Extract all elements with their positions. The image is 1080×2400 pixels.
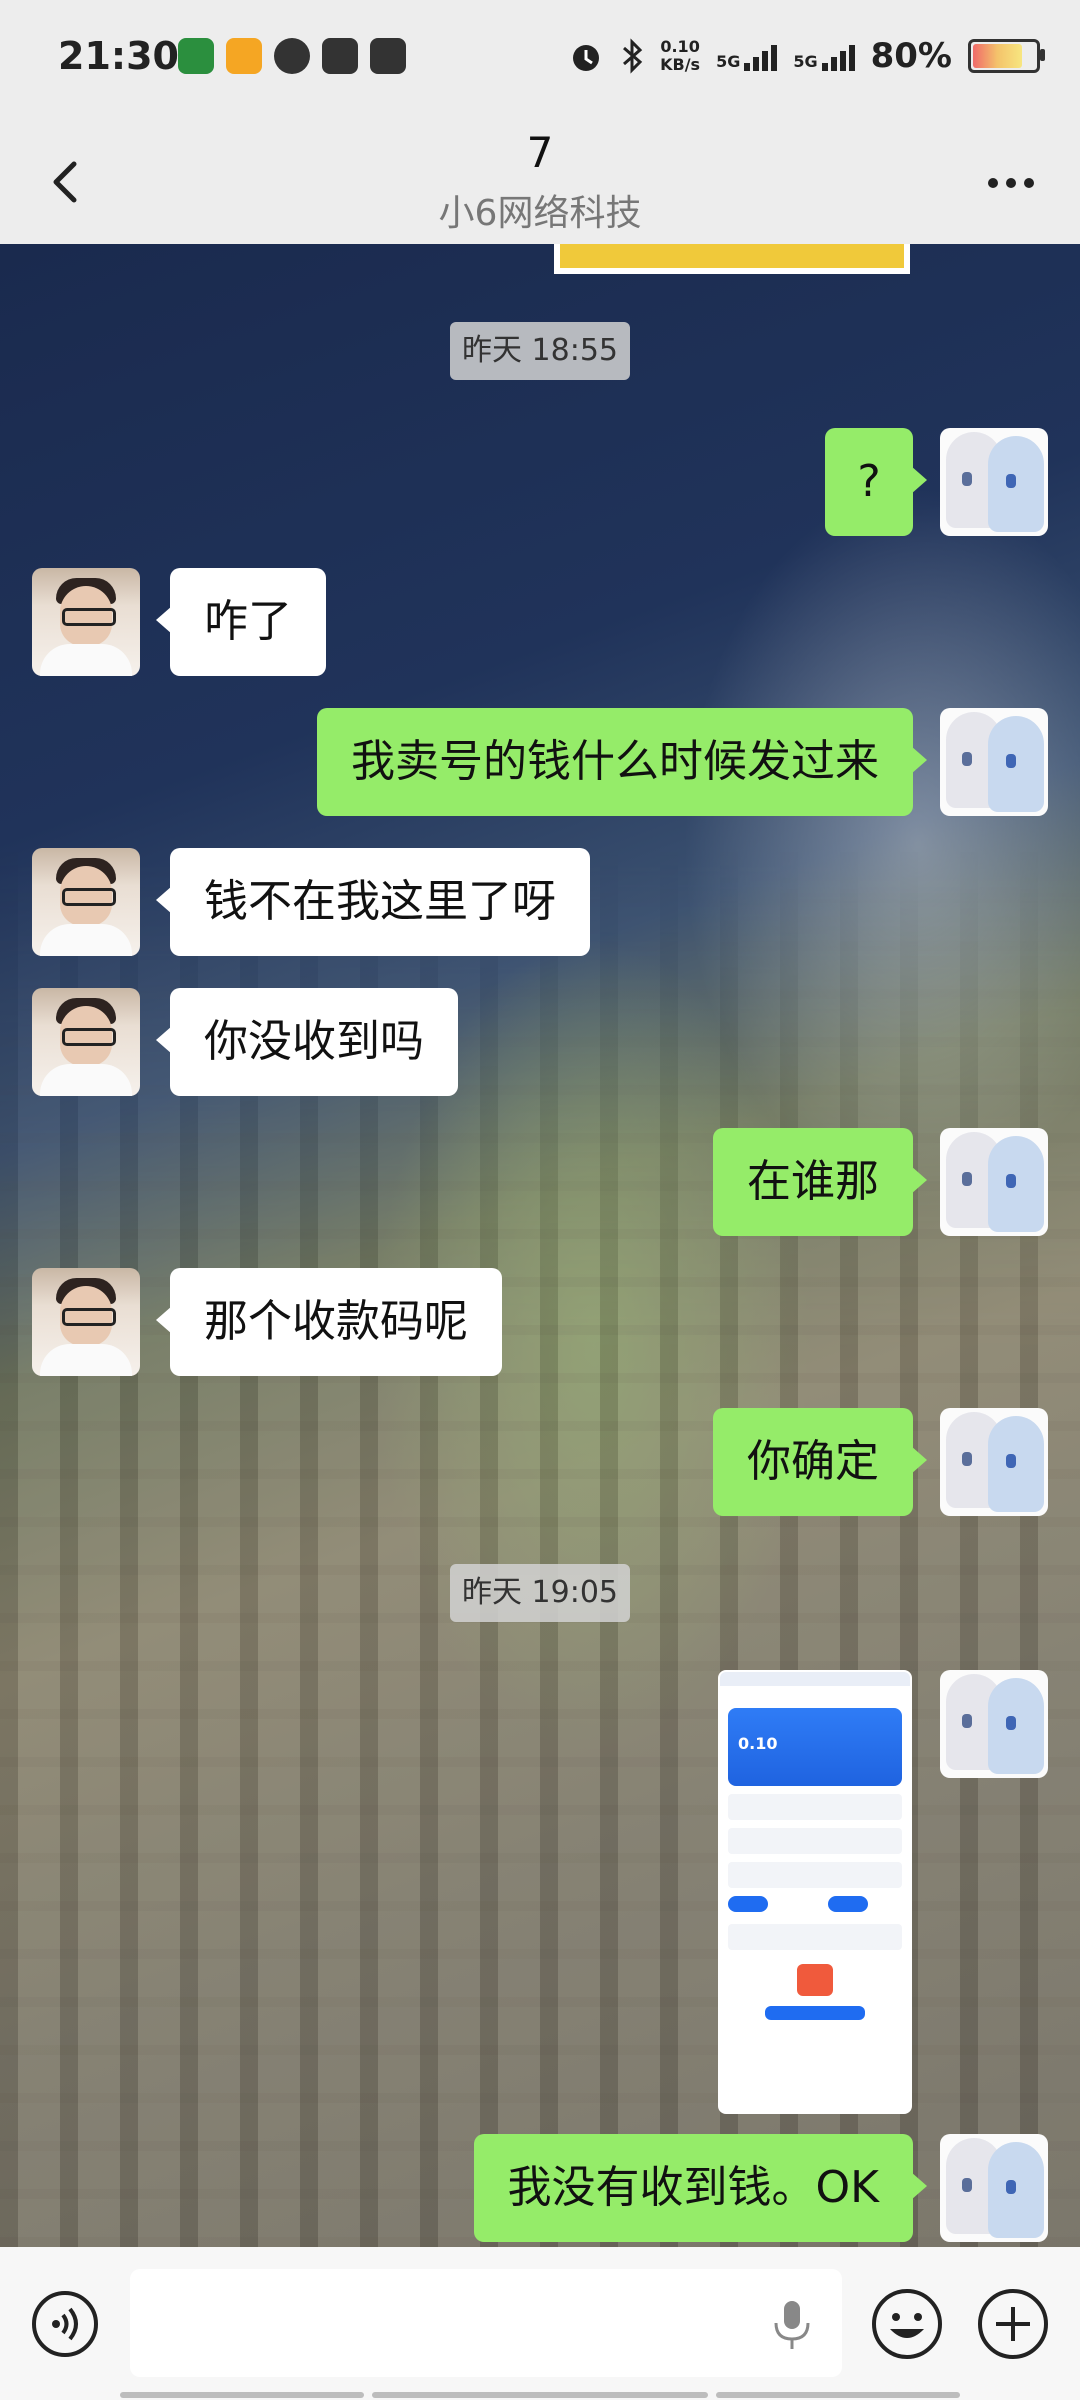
avatar[interactable]	[940, 708, 1048, 816]
battery-fill	[973, 44, 1022, 68]
message-input[interactable]	[130, 2269, 842, 2377]
alarm-icon	[573, 45, 600, 71]
mic-icon[interactable]	[770, 2297, 814, 2351]
plus-icon[interactable]	[976, 2287, 1050, 2361]
timestamp: 昨天 18:55	[450, 322, 630, 380]
message-bubble-received[interactable]: 那个收款码呢	[156, 1268, 502, 1376]
screenshot-balance-value: 0.10	[738, 1734, 778, 1753]
voice-icon[interactable]	[30, 2289, 100, 2359]
chat-title: 7	[526, 128, 554, 177]
message-bubble-received[interactable]: 你没收到吗	[156, 988, 458, 1096]
camera-app-icon	[370, 38, 406, 74]
network-speed-value: 0.10	[660, 37, 700, 56]
battery-percent: 80%	[870, 36, 952, 76]
bluetooth-icon	[623, 38, 643, 74]
chat-subtitle: 小6网络科技	[438, 193, 642, 234]
novel-app-icon	[178, 38, 214, 74]
message-bubble-sent[interactable]: ?	[825, 428, 927, 536]
signal-bars-icon	[744, 41, 778, 71]
status-right: 0.10 KB/s 5G 5G 80%	[568, 36, 1045, 76]
orange-app-icon	[226, 38, 262, 74]
screenshot-image-message[interactable]: 0.10	[720, 1672, 910, 2112]
sim2-label: 5G	[793, 52, 818, 71]
red-envelope-icon	[797, 1964, 833, 1996]
status-time: 21:30	[58, 34, 179, 78]
avatar[interactable]	[940, 1408, 1048, 1516]
more-icon[interactable]	[976, 158, 1046, 208]
avatar[interactable]	[32, 988, 140, 1096]
avatar[interactable]	[940, 1670, 1048, 1778]
sim1-label: 5G	[716, 52, 741, 71]
status-bar: 21:30 0.10 KB/s 5G 5G 80%	[0, 0, 1080, 122]
message-bubble-received[interactable]: 咋了	[156, 568, 326, 676]
sport-app-icon	[322, 38, 358, 74]
signal-bars-icon	[821, 41, 855, 71]
avatar[interactable]	[32, 568, 140, 676]
gesture-bar	[372, 2392, 708, 2398]
gesture-bar	[716, 2392, 960, 2398]
avatar[interactable]	[940, 428, 1048, 536]
message-bubble-sent[interactable]: 我没有收到钱。OK	[473, 2134, 927, 2242]
avatar[interactable]	[32, 1268, 140, 1376]
previous-image-message[interactable]	[554, 244, 910, 274]
battery-icon	[968, 39, 1045, 73]
chat-area[interactable]: 昨天 18:55 ? 咋了 我卖号的钱什么时候发过来 钱不在我这里了呀 你没收到…	[0, 244, 1080, 2247]
sim1-signal: 5G	[716, 41, 778, 71]
chat-wallpaper	[0, 244, 1080, 2247]
message-bubble-sent[interactable]: 你确定	[713, 1408, 927, 1516]
network-speed: 0.10 KB/s	[660, 38, 700, 74]
avatar[interactable]	[940, 2134, 1048, 2242]
notification-icons	[178, 38, 406, 74]
chat-header: 7 小6网络科技	[0, 122, 1080, 244]
gesture-bar	[120, 2392, 364, 2398]
sim2-signal: 5G	[793, 41, 855, 71]
input-bar	[0, 2247, 1080, 2400]
emoji-icon[interactable]	[870, 2287, 944, 2361]
weibo-app-icon	[274, 38, 310, 74]
avatar[interactable]	[32, 848, 140, 956]
message-bubble-sent[interactable]: 我卖号的钱什么时候发过来	[317, 708, 927, 816]
message-bubble-received[interactable]: 钱不在我这里了呀	[156, 848, 590, 956]
screenshot-balance-card: 0.10	[728, 1708, 902, 1786]
network-speed-unit: KB/s	[660, 55, 701, 74]
message-bubble-sent[interactable]: 在谁那	[713, 1128, 927, 1236]
timestamp: 昨天 19:05	[450, 1564, 630, 1622]
avatar[interactable]	[940, 1128, 1048, 1236]
